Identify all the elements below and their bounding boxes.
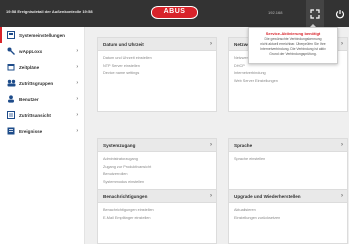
card-title: Benachrichtigungen	[103, 194, 148, 199]
card-title: Upgrade und Wiederherstellen	[234, 194, 301, 199]
card-title: Sprache	[234, 143, 253, 148]
card-link[interactable]: Sprache einstellen	[234, 156, 342, 164]
sidebar-item-label: Benutzer	[19, 96, 39, 102]
chevron-right-icon: ›	[341, 193, 343, 199]
chevron-right-icon: ›	[76, 48, 78, 54]
sidebar-item-benutzer[interactable]: Benutzer ›	[0, 91, 84, 107]
header-title: 19:58 Ereignisdetail der Außenkontrolle …	[6, 9, 93, 14]
sidebar-item-ereignisse[interactable]: Ereignisse ›	[0, 123, 84, 139]
settings-icon	[7, 31, 19, 39]
service-popover: Service-Aktivierung benötigt Die gewünsc…	[248, 24, 338, 64]
card-header[interactable]: Sprache ›	[229, 139, 347, 152]
card-link[interactable]: Device name settings	[103, 70, 211, 78]
expand-button[interactable]	[306, 0, 324, 27]
chevron-right-icon: ›	[76, 64, 78, 70]
chevron-right-icon: ›	[210, 193, 212, 199]
list-icon	[7, 111, 19, 119]
popover-line: Grund der Verbindungsprüfung.	[269, 52, 317, 56]
abus-logo: ABUS	[151, 6, 198, 19]
sidebar-item-label: Ereignisse	[19, 128, 43, 134]
chevron-right-icon: ›	[341, 142, 343, 148]
card-link[interactable]: Datum und Uhrzeit einstellen	[103, 55, 211, 63]
sidebar-item-zeitplaene[interactable]: Zeitpläne ›	[0, 59, 84, 75]
card-link[interactable]: Internetverbindung	[234, 70, 342, 78]
chevron-right-icon: ›	[76, 112, 78, 118]
sidebar-item-label: Systemeinstellungen	[19, 32, 65, 38]
card-title: Datum und Uhrzeit	[103, 42, 144, 47]
card-benachrichtigungen: Benachrichtigungen › Benachrichtigungen …	[97, 189, 217, 244]
chevron-right-icon: ›	[76, 96, 78, 102]
sidebar-item-wapploxx[interactable]: wAppLoxx ›	[0, 43, 84, 59]
card-header[interactable]: Systemzugang ›	[98, 139, 216, 152]
card-link[interactable]: Administratorzugang	[103, 156, 211, 164]
card-link[interactable]: Benachrichtigungen einstellen	[103, 207, 211, 215]
card-link[interactable]: Einstellungen zurücksetzen	[234, 215, 342, 223]
sidebar-item-label: Zeitpläne	[19, 64, 40, 70]
key-icon	[7, 47, 19, 55]
chevron-right-icon: ›	[76, 80, 78, 86]
card-link[interactable]: Zugang zur Produktivansicht	[103, 164, 211, 172]
sidebar-item-label: wAppLoxx	[19, 48, 43, 54]
card-link[interactable]: Systemmodus einstellen	[103, 179, 211, 187]
card-link[interactable]: Aktualisieren	[234, 207, 342, 215]
card-datum-uhrzeit: Datum und Uhrzeit › Datum und Uhrzeit ei…	[97, 37, 217, 112]
power-icon	[335, 9, 345, 18]
ip-address: 192.168	[268, 10, 283, 15]
events-icon	[7, 127, 19, 135]
sidebar: Systemeinstellungen wAppLoxx › Zeitpläne…	[0, 27, 85, 244]
card-link[interactable]: E-Mail Empfänger einstellen	[103, 215, 211, 223]
card-link[interactable]: Benutzerrollen	[103, 171, 211, 179]
card-link[interactable]: NTP Server einstellen	[103, 63, 211, 71]
card-header[interactable]: Benachrichtigungen ›	[98, 190, 216, 203]
user-icon	[7, 95, 19, 103]
chevron-right-icon: ›	[76, 128, 78, 134]
chevron-right-icon: ›	[210, 142, 212, 148]
power-button[interactable]	[331, 0, 349, 27]
sidebar-item-systemeinstellungen[interactable]: Systemeinstellungen	[0, 27, 84, 43]
sidebar-item-label: Zutrittsgruppen	[19, 80, 54, 86]
chevron-right-icon: ›	[341, 41, 343, 47]
expand-icon	[310, 8, 320, 19]
calendar-icon	[7, 63, 19, 71]
group-icon	[7, 79, 19, 87]
card-upgrade: Upgrade und Wiederherstellen › Aktualisi…	[228, 189, 348, 244]
card-link[interactable]: Web Server Einstellungen	[234, 78, 342, 86]
logo-text: ABUS	[163, 8, 186, 15]
card-title: Systemzugang	[103, 143, 136, 148]
top-bar: 19:58 Ereignisdetail der Außenkontrolle …	[0, 0, 349, 27]
sidebar-item-zutrittsgruppen[interactable]: Zutrittsgruppen ›	[0, 75, 84, 91]
sidebar-item-label: Zutrittsansicht	[19, 112, 51, 118]
sidebar-item-zutrittsansicht[interactable]: Zutrittsansicht ›	[0, 107, 84, 123]
card-header[interactable]: Upgrade und Wiederherstellen ›	[229, 190, 347, 203]
chevron-right-icon: ›	[210, 41, 212, 47]
card-header[interactable]: Datum und Uhrzeit ›	[98, 38, 216, 51]
